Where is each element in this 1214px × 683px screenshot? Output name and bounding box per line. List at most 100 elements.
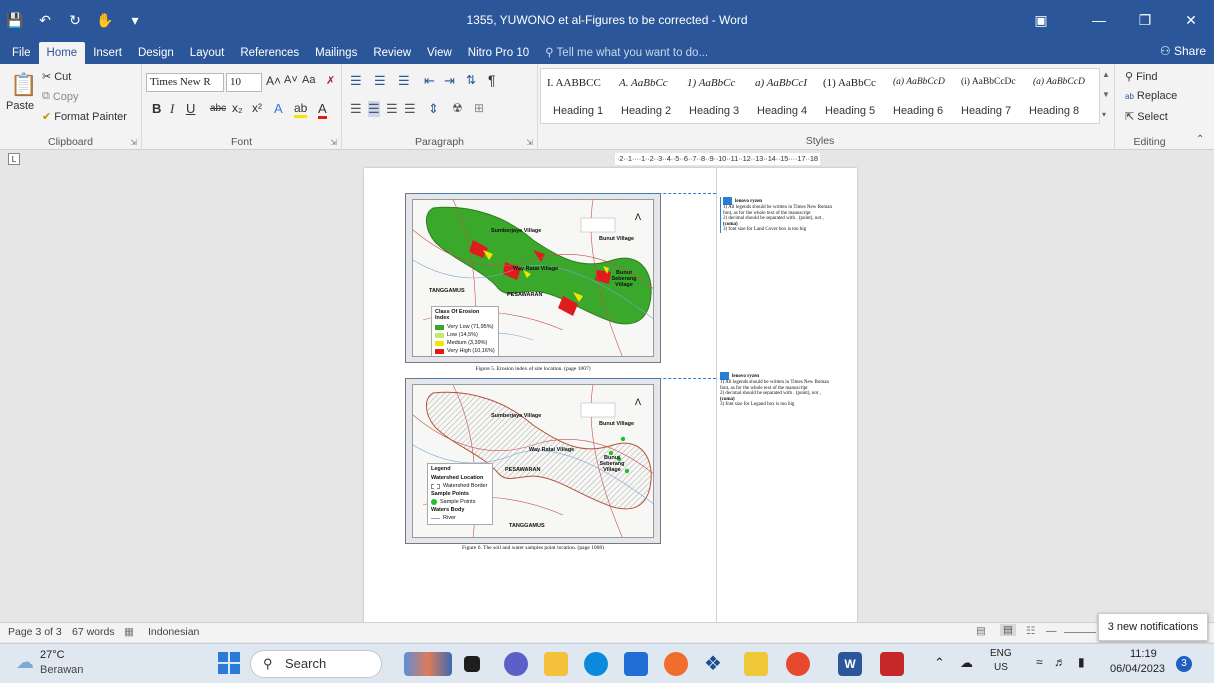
align-right-icon[interactable]: ☰ bbox=[386, 101, 398, 117]
styles-scroll-down-icon[interactable]: ▼ bbox=[1102, 90, 1110, 99]
tab-references[interactable]: References bbox=[232, 42, 307, 64]
language-code[interactable]: ENG bbox=[990, 648, 1012, 659]
style-sample-6[interactable]: (a) AaBbCcD bbox=[893, 77, 945, 87]
taskbar-search[interactable]: ⚲ Search bbox=[250, 650, 382, 678]
styles-more-icon[interactable]: ▾ bbox=[1102, 110, 1106, 119]
grow-font-button[interactable]: A˄ bbox=[266, 74, 281, 88]
style-sample-2[interactable]: A. AaBbCc bbox=[619, 77, 668, 89]
style-sample-5[interactable]: (1) AaBbCc bbox=[823, 77, 876, 89]
underline-button[interactable]: U bbox=[186, 101, 195, 116]
horizontal-ruler[interactable]: ·2··1····1··2··3··4··5··6··7··8··9··10··… bbox=[615, 153, 820, 165]
nitro-icon[interactable] bbox=[880, 652, 904, 676]
read-mode-icon[interactable]: ▤ bbox=[976, 625, 986, 637]
tab-insert[interactable]: Insert bbox=[85, 42, 130, 64]
bullets-icon[interactable]: ☰ bbox=[350, 73, 362, 89]
copy-button[interactable]: ⧉ Copy bbox=[42, 90, 79, 103]
decrease-indent-icon[interactable]: ⇤ bbox=[424, 73, 435, 89]
style-sample-4[interactable]: a) AaBbCcI bbox=[755, 77, 807, 89]
touch-mode-icon[interactable]: ✋ bbox=[90, 0, 120, 40]
font-launcher-icon[interactable]: ⇲ bbox=[330, 138, 337, 147]
undo-icon[interactable]: ↶ bbox=[30, 0, 60, 40]
zoom-slider[interactable] bbox=[1064, 632, 1096, 633]
paste-icon[interactable]: 📋 bbox=[10, 72, 37, 98]
firefox-icon[interactable] bbox=[664, 652, 688, 676]
wifi-icon[interactable]: ≈ bbox=[1036, 655, 1043, 669]
style-heading-1[interactable]: Heading 1 bbox=[553, 105, 603, 117]
font-name-box[interactable]: Times New R bbox=[146, 73, 224, 92]
notification-badge[interactable]: 3 bbox=[1176, 656, 1192, 672]
customize-qat-icon[interactable]: ▾ bbox=[120, 0, 150, 40]
style-heading-3[interactable]: Heading 3 bbox=[689, 105, 739, 117]
strikethrough-button[interactable]: abc bbox=[210, 103, 226, 114]
battery-icon[interactable]: ▮ bbox=[1078, 655, 1085, 669]
font-size-box[interactable]: 10 bbox=[226, 73, 262, 92]
file-explorer-icon[interactable] bbox=[544, 652, 568, 676]
edge-icon[interactable] bbox=[584, 652, 608, 676]
tell-me-box[interactable]: ⚲ Tell me what you want to do... bbox=[545, 42, 708, 64]
clock-time[interactable]: 11:19 bbox=[1130, 648, 1157, 660]
redo-icon[interactable]: ↻ bbox=[60, 0, 90, 40]
restore-button[interactable]: ❐ bbox=[1122, 0, 1168, 40]
tray-overflow-icon[interactable]: ⌃ bbox=[934, 655, 945, 671]
dropbox-icon[interactable]: ❖ bbox=[704, 651, 722, 676]
style-heading-4[interactable]: Heading 4 bbox=[757, 105, 807, 117]
style-sample-1[interactable]: I. AABBCC bbox=[547, 77, 601, 89]
sort-icon[interactable]: ⇅ bbox=[466, 73, 476, 87]
widgets-icon[interactable] bbox=[404, 652, 452, 676]
close-button[interactable]: ✕ bbox=[1168, 0, 1214, 40]
shading-icon[interactable]: ☢ bbox=[452, 101, 463, 115]
show-formatting-button[interactable]: ¶ bbox=[488, 72, 496, 88]
onedrive-icon[interactable]: ☁ bbox=[960, 655, 973, 671]
subscript-button[interactable]: x₂ bbox=[232, 101, 243, 115]
task-view-icon[interactable] bbox=[464, 656, 480, 672]
increase-indent-icon[interactable]: ⇥ bbox=[444, 73, 455, 89]
paragraph-launcher-icon[interactable]: ⇲ bbox=[526, 138, 533, 147]
tab-layout[interactable]: Layout bbox=[182, 42, 233, 64]
word-app-icon[interactable]: W bbox=[838, 652, 862, 676]
multilevel-list-icon[interactable]: ☰ bbox=[398, 73, 410, 89]
web-layout-icon[interactable]: ☷ bbox=[1026, 625, 1035, 637]
italic-button[interactable]: I bbox=[170, 101, 174, 117]
replace-button[interactable]: ab Replace bbox=[1125, 90, 1177, 102]
borders-icon[interactable]: ⊞ bbox=[474, 101, 484, 115]
text-effects-icon[interactable]: A bbox=[274, 101, 283, 116]
align-left-icon[interactable]: ☰ bbox=[350, 101, 362, 117]
format-painter-button[interactable]: ✔ Format Painter bbox=[42, 110, 127, 124]
notes-icon[interactable] bbox=[744, 652, 768, 676]
zoom-out-icon[interactable]: — bbox=[1046, 625, 1057, 637]
shrink-font-button[interactable]: A˅ bbox=[284, 74, 298, 86]
page-count[interactable]: Page 3 of 3 bbox=[8, 626, 62, 638]
paste-button[interactable]: Paste bbox=[6, 100, 34, 112]
save-icon[interactable]: 💾 bbox=[0, 0, 30, 40]
justify-icon[interactable]: ☰ bbox=[404, 101, 416, 117]
region-code[interactable]: US bbox=[994, 662, 1008, 673]
style-sample-8[interactable]: (a) AaBbCcD bbox=[1033, 77, 1085, 87]
tab-selector-icon[interactable]: L bbox=[8, 153, 20, 165]
superscript-button[interactable]: x² bbox=[252, 101, 262, 115]
clock-date[interactable]: 06/04/2023 bbox=[1110, 663, 1165, 675]
style-heading-8[interactable]: Heading 8 bbox=[1029, 105, 1079, 117]
bold-button[interactable]: B bbox=[152, 101, 161, 116]
collapse-ribbon-icon[interactable]: ⌃ bbox=[1196, 134, 1204, 145]
tab-design[interactable]: Design bbox=[130, 42, 182, 64]
tab-file[interactable]: File bbox=[4, 42, 39, 64]
figure5-map[interactable]: Λ Sumberjaya Village Bunut Village Way R… bbox=[405, 193, 661, 363]
find-button[interactable]: ⚲ Find bbox=[1125, 70, 1157, 84]
weather-desc[interactable]: Berawan bbox=[40, 664, 83, 676]
teams-icon[interactable] bbox=[504, 652, 528, 676]
comment-2[interactable]: lenovo ryzen 1) All legends should be wr… bbox=[720, 372, 855, 408]
weather-temp[interactable]: 27°C bbox=[40, 649, 65, 661]
chrome-icon[interactable] bbox=[786, 652, 810, 676]
align-center-icon[interactable]: ☰ bbox=[368, 101, 380, 117]
cut-button[interactable]: ✂ Cut bbox=[42, 70, 71, 84]
tab-nitro[interactable]: Nitro Pro 10 bbox=[460, 42, 537, 64]
styles-scroll-up-icon[interactable]: ▲ bbox=[1102, 70, 1110, 79]
clipboard-launcher-icon[interactable]: ⇲ bbox=[130, 138, 137, 147]
cloud-icon[interactable]: ☁ bbox=[16, 652, 34, 673]
notification-toast[interactable]: 3 new notifications bbox=[1098, 613, 1208, 641]
line-spacing-icon[interactable]: ⇕ bbox=[428, 101, 439, 117]
numbering-icon[interactable]: ☰ bbox=[374, 73, 386, 89]
font-color-icon[interactable]: A bbox=[318, 101, 327, 119]
tab-mailings[interactable]: Mailings bbox=[307, 42, 365, 64]
word-count[interactable]: 67 words bbox=[72, 626, 115, 638]
